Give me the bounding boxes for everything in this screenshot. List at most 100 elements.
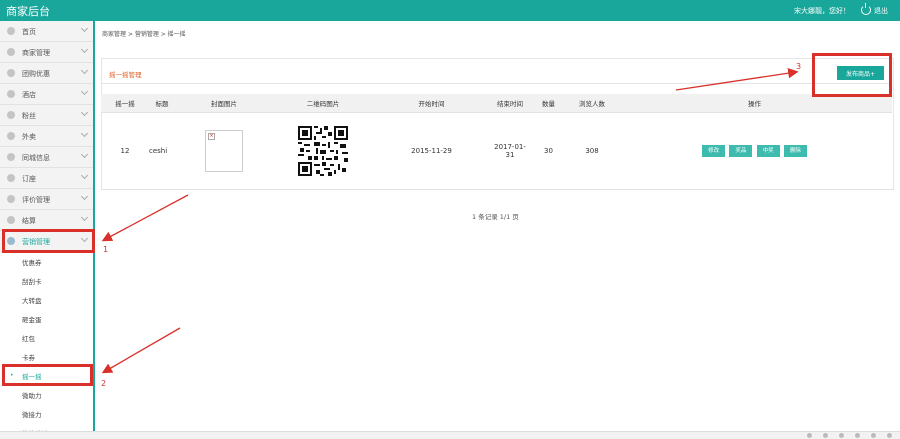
sidebar-item-home[interactable]: 首页	[0, 21, 93, 42]
breadcrumb: 商家管理 > 营销管理 > 摇一摇	[102, 31, 186, 38]
prize-button[interactable]: 奖品	[729, 145, 753, 157]
sidebar-item-groupbuy[interactable]: 团购优惠	[0, 63, 93, 84]
tray-icon	[887, 433, 892, 438]
sidebar-item-merchant[interactable]: 商家管理	[0, 42, 93, 63]
panel-header: 摇一摇管理	[101, 61, 892, 84]
submenu-item-red-packet[interactable]: 红包	[0, 328, 93, 348]
cell-quantity: 30	[530, 112, 567, 190]
sidebar-item-label: 商家管理	[22, 49, 50, 57]
data-table: 摇一摇 标题 封面图片 二维码图片 开始时间 结束时间 数量 浏览人数 操作 1…	[101, 94, 892, 190]
tray-icon	[823, 433, 828, 438]
power-icon	[861, 3, 871, 15]
coupon-icon	[7, 69, 15, 77]
sidebar-item-fans[interactable]: 粉丝	[0, 105, 93, 126]
table-row: 12 ceshi × 2015-11-29 2017-01-31 30 308 …	[101, 112, 892, 190]
submenu-item-relay[interactable]: 微接力	[0, 404, 93, 424]
tray-icon	[807, 433, 812, 438]
chevron-down-icon	[80, 129, 89, 138]
chevron-down-icon	[80, 66, 89, 75]
qr-code-image	[298, 126, 348, 176]
submenu-item-scratch-card[interactable]: 刮刮卡	[0, 271, 93, 291]
cell-qr	[273, 112, 373, 190]
cell-actions: 修改 奖品 中奖 删除	[617, 112, 892, 190]
sidebar-item-label: 订座	[22, 175, 36, 183]
column-header: 标题	[149, 94, 175, 113]
column-header: 二维码图片	[273, 94, 373, 113]
chevron-down-icon	[80, 108, 89, 117]
annotation-box-3	[812, 53, 892, 97]
cover-image: ×	[205, 130, 243, 172]
logout-button[interactable]: 退出	[861, 3, 888, 16]
top-bar: 商家后台 宋大娜靓，您好！ 退出	[0, 0, 900, 21]
tag-icon	[7, 174, 15, 182]
sidebar-item-label: 酒店	[22, 91, 36, 99]
submenu-item-golden-egg[interactable]: 砸金蛋	[0, 309, 93, 329]
chevron-down-icon	[80, 150, 89, 159]
annotation-box-2	[2, 364, 93, 386]
column-header: 封面图片	[175, 94, 273, 113]
broken-image-icon: ×	[208, 133, 215, 140]
brand-title: 商家后台	[6, 5, 50, 18]
building-icon	[7, 90, 15, 98]
annotation-label-1: 1	[103, 245, 109, 254]
arrow-2	[101, 327, 181, 374]
arrow-1	[101, 194, 189, 242]
sidebar-item-hotel[interactable]: 酒店	[0, 84, 93, 105]
thumbs-up-icon	[7, 111, 15, 119]
sidebar-item-reservation[interactable]: 订座	[0, 168, 93, 189]
edit-button[interactable]: 修改	[702, 145, 726, 157]
cell-end-time: 2017-01-31	[490, 112, 530, 190]
column-header: 开始时间	[373, 94, 490, 113]
chevron-down-icon	[80, 24, 89, 33]
chevron-down-icon	[80, 192, 89, 201]
tag-icon	[7, 132, 15, 140]
submenu-label: 刮刮卡	[22, 278, 42, 286]
submenu-item-wheel[interactable]: 大转盘	[0, 290, 93, 310]
submenu-label: 优惠券	[22, 259, 42, 267]
tray-icon	[855, 433, 860, 438]
chevron-down-icon	[80, 213, 89, 222]
table-header-row: 摇一摇 标题 封面图片 二维码图片 开始时间 结束时间 数量 浏览人数 操作	[101, 94, 892, 113]
image-icon	[7, 216, 15, 224]
cell-views: 308	[567, 112, 617, 190]
sidebar-item-city-info[interactable]: 同城信息	[0, 147, 93, 168]
cell-start-time: 2015-11-29	[373, 112, 490, 190]
delete-button[interactable]: 删除	[783, 145, 807, 157]
submenu-item-assist[interactable]: 微助力	[0, 385, 93, 405]
sidebar-item-label: 外卖	[22, 133, 36, 141]
cell-id: 12	[101, 112, 149, 190]
sidebar-item-label: 评价管理	[22, 196, 50, 204]
sidebar-item-takeout[interactable]: 外卖	[0, 126, 93, 147]
annotation-label-3: 3	[796, 62, 802, 71]
sidebar-item-label: 结算	[22, 217, 36, 225]
submenu-label: 微接力	[22, 411, 42, 419]
logout-label: 退出	[874, 7, 888, 15]
annotation-box-1	[2, 229, 95, 253]
column-header: 摇一摇	[101, 94, 149, 113]
sidebar-item-label: 同城信息	[22, 154, 50, 162]
submenu-label: 大转盘	[22, 297, 42, 305]
winners-button[interactable]: 中奖	[756, 145, 780, 157]
sidebar-item-reviews[interactable]: 评价管理	[0, 189, 93, 210]
panel-title: 摇一摇管理	[109, 71, 142, 79]
user-icon	[7, 48, 15, 56]
home-icon	[7, 27, 15, 35]
sidebar-item-settlement[interactable]: 结算	[0, 210, 93, 231]
chevron-down-icon	[80, 171, 89, 180]
submenu-item-coupon[interactable]: 优惠券	[0, 252, 93, 272]
submenu-label: 卡券	[22, 354, 35, 362]
submenu-label: 砸金蛋	[22, 316, 42, 324]
thermometer-icon	[7, 195, 15, 203]
sidebar-item-label: 首页	[22, 28, 36, 36]
tray-icon	[871, 433, 876, 438]
sidebar-item-label: 团购优惠	[22, 70, 50, 78]
tray-icon	[839, 433, 844, 438]
chevron-down-icon	[80, 45, 89, 54]
column-header: 数量	[530, 94, 567, 113]
chevron-down-icon	[80, 87, 89, 96]
annotation-label-2: 2	[101, 379, 107, 388]
sidebar-item-label: 粉丝	[22, 112, 36, 120]
submenu-label: 红包	[22, 335, 35, 343]
column-header: 结束时间	[490, 94, 530, 113]
user-greeting: 宋大娜靓，您好！	[794, 7, 850, 15]
